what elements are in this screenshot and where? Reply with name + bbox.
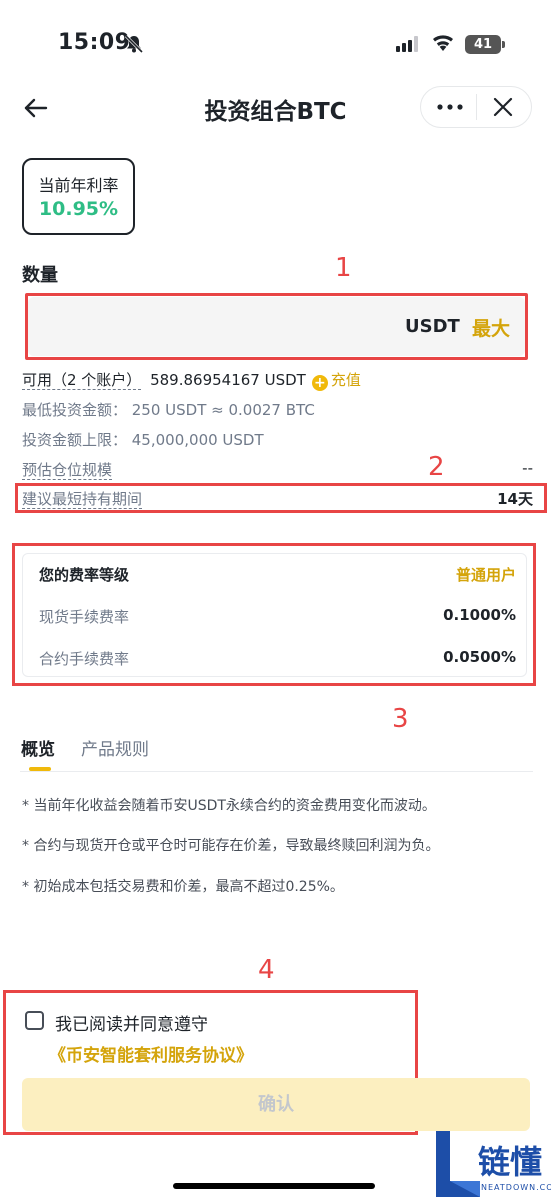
position-scale-label: 预估仓位规模 [22,459,113,480]
position-scale-value: -- [522,459,533,477]
watermark-text: 链懂 [478,1143,543,1181]
watermark-subtext: NEATDOWN.COM [481,1183,551,1192]
available-value: 589.86954167 USDT [150,371,306,389]
recharge-link[interactable]: 充值 [331,371,361,389]
fee-level-label: 您的费率等级 [39,566,130,584]
bell-muted-icon [124,34,144,54]
agree-checkbox[interactable] [25,1011,44,1030]
close-icon[interactable] [492,96,514,118]
min-invest-row: 最低投资金额： 250 USDT ≈ 0.0027 BTC [22,401,315,419]
amount-unit: USDT [405,316,460,337]
annual-rate-value: 10.95% [38,198,119,220]
signal-icon [396,36,418,52]
spot-fee-value: 0.1000% [443,606,516,624]
capsule-divider [476,94,477,120]
fee-level-value: 普通用户 [455,566,516,584]
wifi-icon [433,35,453,51]
annotation-4: 4 [258,955,275,985]
agreement-link[interactable]: 《币安智能套利服务协议》 [49,1041,253,1066]
min-hold-label: 建议最短持有期间 [22,488,143,509]
agree-text: 我已阅读并同意遵守 [55,1015,208,1035]
note-1: * 当前年化收益会随着币安USDT永续合约的资金费用变化而波动。 [22,798,436,814]
amount-label: 数量 [22,265,58,286]
status-time: 15:09 [58,30,131,55]
available-label: 可用（2 个账户） [22,371,142,390]
max-button[interactable]: 最大 [472,314,510,341]
annual-rate-label: 当前年利率 [38,176,119,195]
tab-divider [20,771,533,772]
min-hold-value: 14天 [497,490,533,508]
contract-fee-label: 合约手续费率 [39,650,130,668]
contract-fee-value: 0.0500% [443,648,516,666]
battery-icon: 41 [465,35,501,54]
tab-product-rules[interactable]: 产品规则 [81,735,149,760]
min-hold-text: 建议最短持有期间 [22,490,143,509]
tab-overview[interactable]: 概览 [21,735,55,760]
note-3: * 初始成本包括交易费和价差，最高不超过0.25%。 [22,879,344,895]
confirm-button[interactable]: 确认 [22,1078,530,1131]
annotation-2: 2 [428,452,445,482]
home-indicator [173,1183,375,1189]
annotation-3: 3 [392,704,409,734]
spot-fee-label: 现货手续费率 [39,608,130,626]
available-row: 可用（2 个账户） 589.86954167 USDT + 充值 [22,369,361,391]
note-2: * 合约与现货开仓或平仓时可能存在价差，导致最终赎回利润为负。 [22,838,440,854]
annual-rate-card [22,158,135,235]
tab-active-indicator [29,767,51,771]
more-icon[interactable] [434,100,466,114]
max-invest-row: 投资金额上限： 45,000,000 USDT [22,431,264,449]
watermark-logo [436,1131,480,1197]
battery-tip [502,41,505,48]
annotation-1: 1 [335,253,352,283]
position-scale-text: 预估仓位规模 [22,461,113,480]
plus-coin-icon[interactable]: + [311,375,328,391]
